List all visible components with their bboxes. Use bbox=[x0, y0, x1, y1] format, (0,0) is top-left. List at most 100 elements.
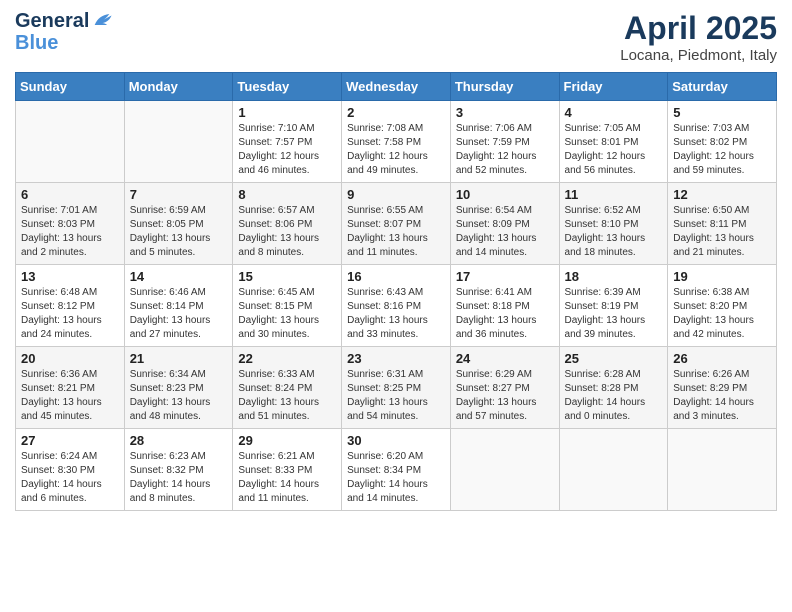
day-info: Sunrise: 6:26 AMSunset: 8:29 PMDaylight:… bbox=[673, 368, 771, 424]
day-number: 23 bbox=[347, 351, 445, 366]
table-row: 11 Sunrise: 6:52 AMSunset: 8:10 PMDayligh… bbox=[559, 183, 668, 265]
day-number: 3 bbox=[456, 105, 554, 120]
table-row: 17 Sunrise: 6:41 AMSunset: 8:18 PMDayligh… bbox=[450, 265, 559, 347]
day-info: Sunrise: 6:54 AMSunset: 8:09 PMDaylight:… bbox=[456, 204, 554, 260]
day-number: 19 bbox=[673, 269, 771, 284]
table-row: 22Sunrise: 6:33 AMSunset: 8:24 PMDayligh… bbox=[233, 347, 342, 429]
table-row bbox=[16, 101, 125, 183]
day-number: 21 bbox=[130, 351, 228, 366]
day-number: 16 bbox=[347, 269, 445, 284]
day-number: 29 bbox=[238, 433, 336, 448]
table-row: 9 Sunrise: 6:55 AMSunset: 8:07 PMDaylight… bbox=[342, 183, 451, 265]
day-number: 6 bbox=[21, 187, 119, 202]
day-info: Sunrise: 7:10 AMSunset: 7:57 PMDaylight:… bbox=[238, 122, 336, 178]
day-info: Sunrise: 6:48 AMSunset: 8:12 PMDaylight:… bbox=[21, 286, 119, 342]
day-info: Sunrise: 6:24 AMSunset: 8:30 PMDaylight:… bbox=[21, 450, 119, 506]
day-info: Sunrise: 6:20 AMSunset: 8:34 PMDaylight:… bbox=[347, 450, 445, 506]
day-number: 17 bbox=[456, 269, 554, 284]
table-row: 6Sunrise: 7:01 AMSunset: 8:03 PMDaylight… bbox=[16, 183, 125, 265]
col-thursday: Thursday bbox=[450, 73, 559, 101]
table-row: 27Sunrise: 6:24 AMSunset: 8:30 PMDayligh… bbox=[16, 429, 125, 511]
table-row: 18Sunrise: 6:39 AMSunset: 8:19 PMDayligh… bbox=[559, 265, 668, 347]
table-row: 15 Sunrise: 6:45 AMSunset: 8:15 PMDayligh… bbox=[233, 265, 342, 347]
table-row: 20 Sunrise: 6:36 AMSunset: 8:21 PMDayligh… bbox=[16, 347, 125, 429]
day-info: Sunrise: 7:08 AMSunset: 7:58 PMDaylight:… bbox=[347, 122, 445, 178]
day-number: 25 bbox=[565, 351, 663, 366]
table-row: 2 Sunrise: 7:08 AMSunset: 7:58 PMDaylight… bbox=[342, 101, 451, 183]
day-number: 4 bbox=[565, 105, 663, 120]
day-info: Sunrise: 6:21 AMSunset: 8:33 PMDaylight:… bbox=[238, 450, 336, 506]
page: General Blue April 2025 Locana, Piedmont… bbox=[0, 0, 792, 612]
day-number: 1 bbox=[238, 105, 336, 120]
day-info: Sunrise: 6:34 AMSunset: 8:23 PMDaylight:… bbox=[130, 368, 228, 424]
main-title: April 2025 bbox=[620, 10, 777, 47]
day-info: Sunrise: 6:55 AMSunset: 8:07 PMDaylight:… bbox=[347, 204, 445, 260]
day-number: 24 bbox=[456, 351, 554, 366]
table-row: 3 Sunrise: 7:06 AMSunset: 7:59 PMDaylight… bbox=[450, 101, 559, 183]
table-row: 29 Sunrise: 6:21 AMSunset: 8:33 PMDayligh… bbox=[233, 429, 342, 511]
table-row: 7 Sunrise: 6:59 AMSunset: 8:05 PMDaylight… bbox=[124, 183, 233, 265]
table-row bbox=[450, 429, 559, 511]
day-info: Sunrise: 6:38 AMSunset: 8:20 PMDaylight:… bbox=[673, 286, 771, 342]
table-row: 5 Sunrise: 7:03 AMSunset: 8:02 PMDaylight… bbox=[668, 101, 777, 183]
day-number: 15 bbox=[238, 269, 336, 284]
title-block: April 2025 Locana, Piedmont, Italy bbox=[620, 10, 777, 64]
day-number: 7 bbox=[130, 187, 228, 202]
table-row: 10 Sunrise: 6:54 AMSunset: 8:09 PMDayligh… bbox=[450, 183, 559, 265]
day-info: Sunrise: 6:29 AMSunset: 8:27 PMDaylight:… bbox=[456, 368, 554, 424]
calendar-week-row: 27Sunrise: 6:24 AMSunset: 8:30 PMDayligh… bbox=[16, 429, 777, 511]
calendar-week-row: 20 Sunrise: 6:36 AMSunset: 8:21 PMDayligh… bbox=[16, 347, 777, 429]
table-row: 28Sunrise: 6:23 AMSunset: 8:32 PMDayligh… bbox=[124, 429, 233, 511]
col-wednesday: Wednesday bbox=[342, 73, 451, 101]
table-row bbox=[668, 429, 777, 511]
day-number: 10 bbox=[456, 187, 554, 202]
calendar-header-row: Sunday Monday Tuesday Wednesday Thursday… bbox=[16, 73, 777, 101]
col-sunday: Sunday bbox=[16, 73, 125, 101]
day-number: 9 bbox=[347, 187, 445, 202]
day-info: Sunrise: 6:45 AMSunset: 8:15 PMDaylight:… bbox=[238, 286, 336, 342]
day-info: Sunrise: 6:41 AMSunset: 8:18 PMDaylight:… bbox=[456, 286, 554, 342]
table-row: 26 Sunrise: 6:26 AMSunset: 8:29 PMDayligh… bbox=[668, 347, 777, 429]
day-info: Sunrise: 7:06 AMSunset: 7:59 PMDaylight:… bbox=[456, 122, 554, 178]
day-info: Sunrise: 7:03 AMSunset: 8:02 PMDaylight:… bbox=[673, 122, 771, 178]
day-number: 20 bbox=[21, 351, 119, 366]
day-info: Sunrise: 6:31 AMSunset: 8:25 PMDaylight:… bbox=[347, 368, 445, 424]
table-row: 13 Sunrise: 6:48 AMSunset: 8:12 PMDayligh… bbox=[16, 265, 125, 347]
day-info: Sunrise: 6:57 AMSunset: 8:06 PMDaylight:… bbox=[238, 204, 336, 260]
calendar-week-row: 6Sunrise: 7:01 AMSunset: 8:03 PMDaylight… bbox=[16, 183, 777, 265]
col-friday: Friday bbox=[559, 73, 668, 101]
day-info: Sunrise: 6:46 AMSunset: 8:14 PMDaylight:… bbox=[130, 286, 228, 342]
table-row: 19 Sunrise: 6:38 AMSunset: 8:20 PMDayligh… bbox=[668, 265, 777, 347]
day-number: 22 bbox=[238, 351, 336, 366]
subtitle: Locana, Piedmont, Italy bbox=[620, 47, 777, 64]
table-row: 8 Sunrise: 6:57 AMSunset: 8:06 PMDaylight… bbox=[233, 183, 342, 265]
day-info: Sunrise: 6:59 AMSunset: 8:05 PMDaylight:… bbox=[130, 204, 228, 260]
calendar-table: Sunday Monday Tuesday Wednesday Thursday… bbox=[15, 72, 777, 511]
day-info: Sunrise: 6:50 AMSunset: 8:11 PMDaylight:… bbox=[673, 204, 771, 260]
day-number: 8 bbox=[238, 187, 336, 202]
day-number: 18 bbox=[565, 269, 663, 284]
table-row: 24 Sunrise: 6:29 AMSunset: 8:27 PMDayligh… bbox=[450, 347, 559, 429]
table-row: 16Sunrise: 6:43 AMSunset: 8:16 PMDayligh… bbox=[342, 265, 451, 347]
col-monday: Monday bbox=[124, 73, 233, 101]
table-row: 12 Sunrise: 6:50 AMSunset: 8:11 PMDayligh… bbox=[668, 183, 777, 265]
day-info: Sunrise: 7:05 AMSunset: 8:01 PMDaylight:… bbox=[565, 122, 663, 178]
col-saturday: Saturday bbox=[668, 73, 777, 101]
table-row: 25 Sunrise: 6:28 AMSunset: 8:28 PMDayligh… bbox=[559, 347, 668, 429]
day-number: 13 bbox=[21, 269, 119, 284]
logo-bird-icon bbox=[91, 10, 113, 32]
day-number: 12 bbox=[673, 187, 771, 202]
day-number: 11 bbox=[565, 187, 663, 202]
header: General Blue April 2025 Locana, Piedmont… bbox=[15, 10, 777, 64]
day-info: Sunrise: 6:28 AMSunset: 8:28 PMDaylight:… bbox=[565, 368, 663, 424]
table-row bbox=[559, 429, 668, 511]
day-number: 2 bbox=[347, 105, 445, 120]
day-info: Sunrise: 6:52 AMSunset: 8:10 PMDaylight:… bbox=[565, 204, 663, 260]
table-row: 23 Sunrise: 6:31 AMSunset: 8:25 PMDayligh… bbox=[342, 347, 451, 429]
day-number: 5 bbox=[673, 105, 771, 120]
table-row: 21 Sunrise: 6:34 AMSunset: 8:23 PMDayligh… bbox=[124, 347, 233, 429]
calendar-week-row: 13 Sunrise: 6:48 AMSunset: 8:12 PMDayligh… bbox=[16, 265, 777, 347]
day-info: Sunrise: 6:36 AMSunset: 8:21 PMDaylight:… bbox=[21, 368, 119, 424]
table-row: 14Sunrise: 6:46 AMSunset: 8:14 PMDayligh… bbox=[124, 265, 233, 347]
day-number: 26 bbox=[673, 351, 771, 366]
